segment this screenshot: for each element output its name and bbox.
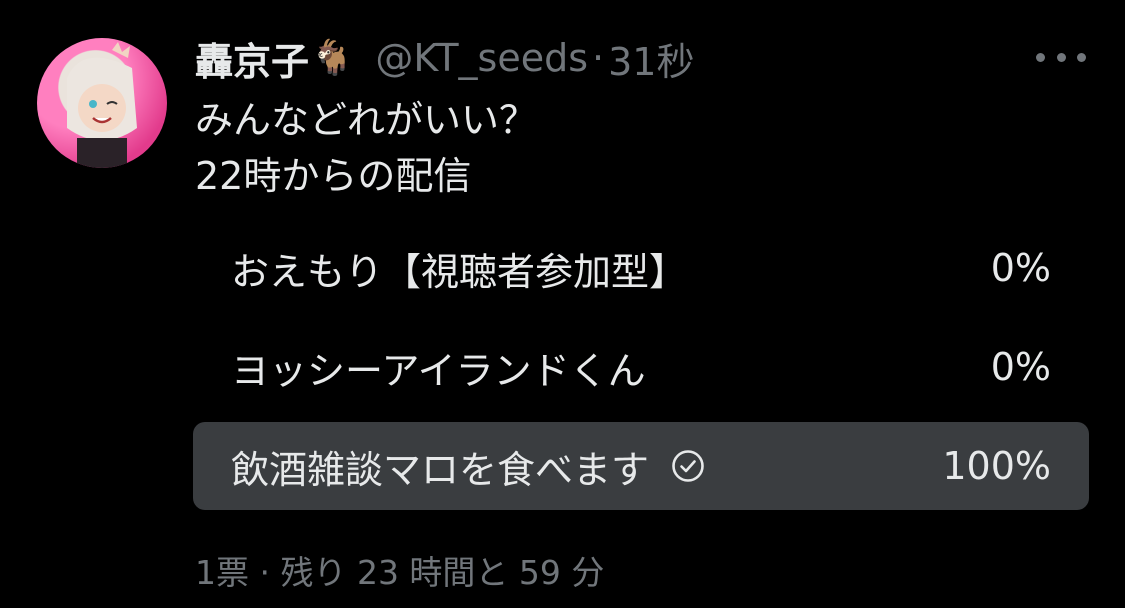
avatar[interactable]	[37, 38, 167, 168]
poll-option[interactable]: おえもり【視聴者参加型】 0%	[193, 224, 1089, 312]
more-dot	[1036, 52, 1045, 62]
poll-option-percent: 100%	[942, 444, 1051, 488]
tweet-text-line: 22時からの配信	[195, 154, 472, 198]
poll-option-percent: 0%	[990, 246, 1051, 290]
poll-option-percent: 0%	[990, 345, 1051, 389]
separator: ·	[592, 36, 605, 80]
tweet-header: 轟京子 🐐 @KT_seeds · 31秒	[195, 28, 694, 88]
poll: おえもり【視聴者参加型】 0% ヨッシーアイランドくん 0% 飲酒雑談マロを食べ…	[193, 224, 1089, 521]
more-options-icon[interactable]	[1036, 42, 1086, 72]
display-name[interactable]: 轟京子	[195, 31, 309, 86]
poll-option-label: おえもり【視聴者参加型】	[231, 249, 688, 294]
poll-option-label: 飲酒雑談マロを食べます	[231, 447, 650, 492]
poll-option-winner[interactable]: 飲酒雑談マロを食べます 100%	[193, 422, 1089, 510]
user-handle[interactable]: @KT_seeds	[375, 36, 588, 80]
timestamp[interactable]: 31秒	[608, 31, 694, 86]
poll-option-label-wrap: 飲酒雑談マロを食べます	[231, 422, 705, 510]
more-dot	[1077, 52, 1086, 62]
poll-option-label: ヨッシーアイランドくん	[231, 348, 646, 393]
poll-footer: 1票 · 残り 23 時間と 59 分	[195, 553, 605, 592]
goat-emoji-icon: 🐐	[311, 38, 354, 78]
poll-option[interactable]: ヨッシーアイランドくん 0%	[193, 323, 1089, 411]
check-circle-icon	[672, 450, 704, 482]
tweet[interactable]: 轟京子 🐐 @KT_seeds · 31秒 みんなどれがいい？ 22時からの配信…	[0, 0, 1125, 608]
avatar-illustration	[67, 42, 137, 168]
tweet-text-line: みんなどれがいい？	[195, 98, 538, 142]
more-dot	[1056, 52, 1066, 62]
tweet-text: みんなどれがいい？ 22時からの配信	[195, 92, 537, 204]
